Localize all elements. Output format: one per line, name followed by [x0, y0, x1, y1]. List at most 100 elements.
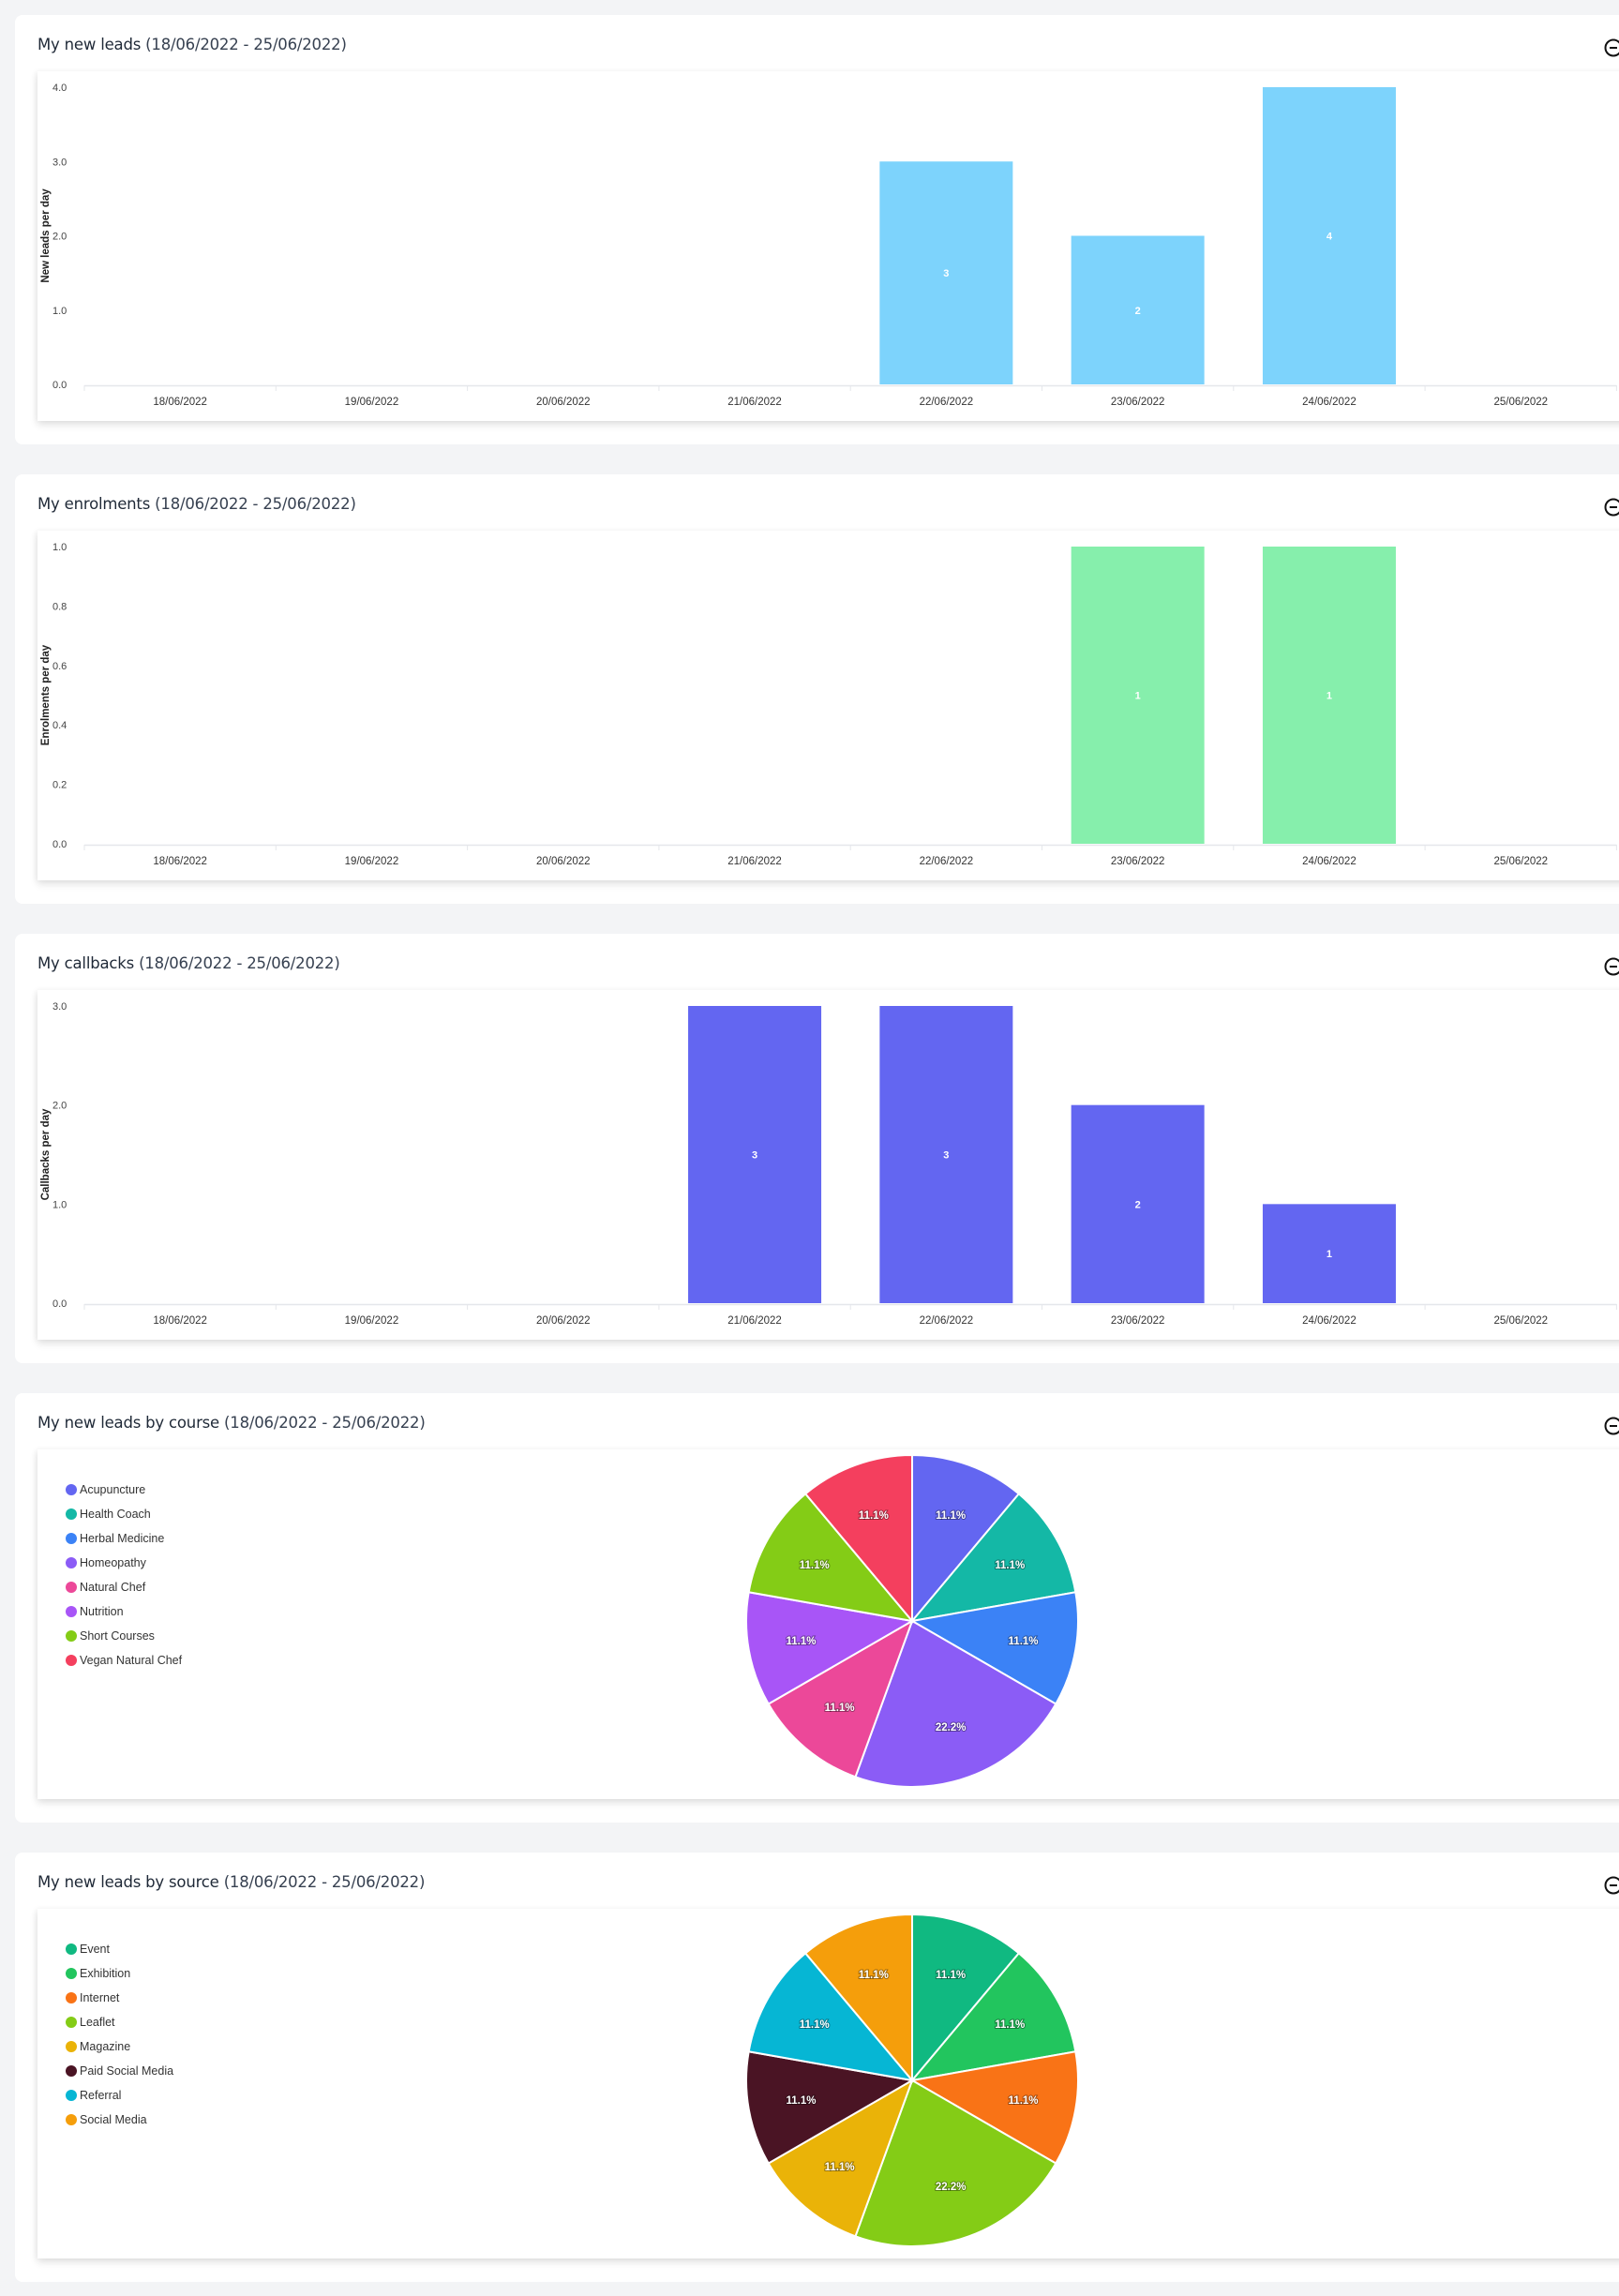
legend-label: Paid Social Media: [80, 2064, 174, 2078]
card-title: My new leads by course (18/06/2022 - 25/…: [37, 1414, 426, 1432]
pie-data-label: 11.1%: [859, 1510, 889, 1522]
pie-data-label: 11.1%: [936, 1510, 966, 1522]
y-tick-label: 1.0: [52, 1199, 67, 1210]
collapse-button[interactable]: [1603, 38, 1619, 58]
legend-item[interactable]: Magazine: [66, 2034, 173, 2059]
legend-item[interactable]: Herbal Medicine: [66, 1526, 182, 1551]
bar-chart-new-leads: 0.0 1.0 2.0 3.0 4.0 New leads per day 18/06/20…: [37, 71, 1619, 421]
legend-label: Social Media: [80, 2113, 147, 2126]
bar-data-label: 2: [1135, 306, 1141, 317]
y-axis-title: New leads per day: [40, 188, 52, 283]
y-tick-label: 0.0: [52, 1298, 67, 1310]
x-tick-label: 24/06/2022: [1302, 397, 1357, 408]
chart-legend: Event Exhibition Internet Leaflet Magazine Pa…: [66, 1937, 173, 2132]
legend-color-dot: [66, 1943, 77, 1955]
legend-label: Natural Chef: [80, 1581, 146, 1594]
card-title: My new leads (18/06/2022 - 25/06/2022): [37, 36, 347, 53]
bar-chart-callbacks: 0.0 1.0 2.0 3.0 Callbacks per day 18/06/2022 1…: [37, 990, 1619, 1340]
x-tick-label: 21/06/2022: [727, 856, 782, 867]
legend-item[interactable]: Short Courses: [66, 1624, 182, 1648]
card-title: My callbacks (18/06/2022 - 25/06/2022): [37, 954, 340, 972]
chart-svg: 11.1% 11.1% 11.1% 22.2% 11.1% 11.1% 11.1% 11.1%: [745, 1453, 1079, 1788]
y-tick-label: 2.0: [52, 1101, 67, 1112]
legend-label: Nutrition: [80, 1605, 124, 1618]
y-tick-label: 2.0: [52, 232, 67, 243]
x-tick-label: 24/06/2022: [1302, 856, 1357, 867]
legend-label: Exhibition: [80, 1967, 131, 1980]
legend-item[interactable]: Event: [66, 1937, 173, 1961]
x-tick-label: 20/06/2022: [536, 397, 591, 408]
collapse-button[interactable]: [1603, 1875, 1619, 1896]
legend-label: Short Courses: [80, 1629, 155, 1643]
y-tick-label: 3.0: [52, 1001, 67, 1013]
pie-data-label: 22.2%: [936, 1722, 967, 1733]
bar-data-label: 1: [1327, 691, 1332, 702]
leads-by-source-card: My new leads by source (18/06/2022 - 25/…: [15, 1853, 1619, 2282]
y-tick-label: 0.2: [52, 780, 67, 791]
bar-data-label: 3: [943, 1150, 949, 1162]
legend-color-dot: [66, 1533, 77, 1544]
legend-label: Homeopathy: [80, 1556, 146, 1569]
enrolments-card: My enrolments (18/06/2022 - 25/06/2022) …: [15, 474, 1619, 904]
card-title-text: My callbacks: [37, 954, 135, 972]
bar-data-label: 3: [943, 268, 949, 279]
x-tick-label: 25/06/2022: [1493, 856, 1548, 867]
x-tick-label: 19/06/2022: [345, 397, 399, 408]
x-tick-label: 21/06/2022: [727, 397, 782, 408]
legend-color-dot: [66, 1484, 77, 1495]
legend-label: Event: [80, 1943, 110, 1956]
card-title: My new leads by source (18/06/2022 - 25/…: [37, 1873, 425, 1891]
legend-color-dot: [66, 1655, 77, 1666]
x-tick-label: 25/06/2022: [1493, 397, 1548, 408]
legend-item[interactable]: Internet: [66, 1986, 173, 2010]
pie-data-label: 11.1%: [995, 1560, 1025, 1571]
y-tick-label: 4.0: [52, 83, 67, 94]
legend-item[interactable]: Natural Chef: [66, 1575, 182, 1599]
y-axis-title: Callbacks per day: [40, 1108, 52, 1200]
bar-chart-enrolments: 0.0 0.2 0.4 0.6 0.8 1.0 Enrolments per day 18/0…: [37, 531, 1619, 880]
legend-label: Vegan Natural Chef: [80, 1654, 183, 1667]
x-tick-label: 23/06/2022: [1111, 397, 1165, 408]
legend-item[interactable]: Nutrition: [66, 1599, 182, 1624]
x-tick-label: 25/06/2022: [1493, 1315, 1548, 1327]
pie-data-label: 11.1%: [825, 2162, 855, 2173]
legend-color-dot: [66, 1630, 77, 1642]
collapse-button[interactable]: [1603, 956, 1619, 977]
minus-circle-icon: [1604, 1876, 1619, 1895]
x-tick-label: 24/06/2022: [1302, 1315, 1357, 1327]
bar-data-label: 2: [1135, 1199, 1141, 1210]
legend-item[interactable]: Leaflet: [66, 2010, 173, 2034]
chart-legend: Acupuncture Health Coach Herbal Medicine Ho…: [66, 1478, 182, 1673]
card-date-range: (18/06/2022 - 25/06/2022): [139, 954, 340, 972]
legend-label: Magazine: [80, 2040, 131, 2053]
bar-data-label: 4: [1327, 232, 1333, 243]
pie-data-label: 22.2%: [936, 2182, 967, 2193]
chart-svg: 0.0 1.0 2.0 3.0 4.0 New leads per day 18/06/20…: [40, 83, 1617, 408]
legend-item[interactable]: Homeopathy: [66, 1551, 182, 1575]
card-date-range: (18/06/2022 - 25/06/2022): [224, 1414, 426, 1432]
legend-item[interactable]: Referral: [66, 2083, 173, 2108]
legend-item[interactable]: Exhibition: [66, 1961, 173, 1986]
legend-item[interactable]: Vegan Natural Chef: [66, 1648, 182, 1673]
legend-item[interactable]: Social Media: [66, 2108, 173, 2132]
legend-item[interactable]: Paid Social Media: [66, 2059, 173, 2083]
collapse-button[interactable]: [1603, 1416, 1619, 1436]
pie-data-label: 11.1%: [800, 1560, 830, 1571]
legend-label: Leaflet: [80, 2016, 115, 2029]
x-tick-label: 20/06/2022: [536, 1315, 591, 1327]
y-tick-label: 0.0: [52, 380, 67, 391]
card-date-range: (18/06/2022 - 25/06/2022): [223, 1873, 426, 1891]
legend-label: Herbal Medicine: [80, 1532, 165, 1545]
x-tick-label: 18/06/2022: [153, 1315, 207, 1327]
legend-label: Referral: [80, 2089, 122, 2102]
legend-item[interactable]: Acupuncture: [66, 1478, 182, 1502]
legend-label: Acupuncture: [80, 1483, 146, 1496]
chart-svg: 0.0 0.2 0.4 0.6 0.8 1.0 Enrolments per day 18/0…: [40, 542, 1617, 867]
collapse-button[interactable]: [1603, 497, 1619, 518]
pie-data-label: 11.1%: [1009, 1636, 1039, 1647]
legend-item[interactable]: Health Coach: [66, 1502, 182, 1526]
pie-data-label: 11.1%: [800, 2019, 830, 2031]
pie-chart-leads-by-source: 11.1% 11.1% 11.1% 22.2% 11.1% 11.1% 11.1% 11.1%…: [37, 1909, 1619, 2258]
pie-data-label: 11.1%: [936, 1970, 966, 1981]
pie-data-label: 11.1%: [786, 2095, 816, 2107]
